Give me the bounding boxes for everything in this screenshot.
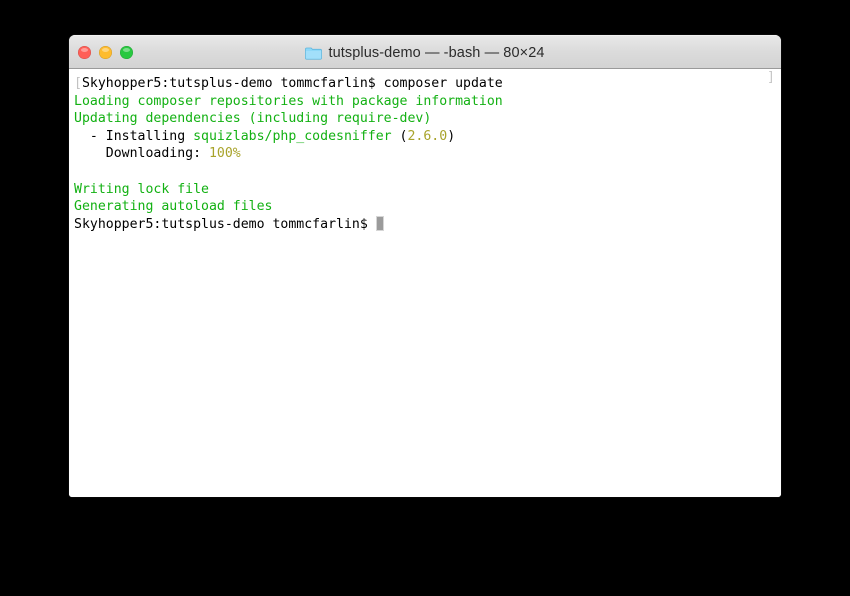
line-prompt-command-segment-0: Skyhopper5:tutsplus-demo tommcfarlin$ co… <box>81 76 503 91</box>
line-installing-package-segment-3: 2.6.0 <box>407 128 448 144</box>
window-title-group: tutsplus-demo — -bash — 80×24 <box>69 36 781 69</box>
minimize-button[interactable] <box>99 46 112 59</box>
line-downloading: Downloading: 100% <box>74 145 781 163</box>
line-updating-deps: Updating dependencies (including require… <box>74 110 781 128</box>
folder-icon <box>305 46 323 60</box>
terminal-screen[interactable]: [Skyhopper5:tutsplus-demo tommcfarlin$ c… <box>69 75 781 233</box>
line-downloading-segment-1: 100% <box>208 146 241 162</box>
line-installing-package-segment-2: ( <box>391 128 408 144</box>
line-generating-autoload-segment-0: Generating autoload files <box>74 199 273 215</box>
desktop-background: tutsplus-demo — -bash — 80×24 [Skyhopper… <box>0 0 850 596</box>
line-loading-repos: Loading composer repositories with packa… <box>74 93 781 111</box>
window-titlebar[interactable]: tutsplus-demo — -bash — 80×24 <box>69 35 781 69</box>
terminal-cursor <box>375 215 384 231</box>
bracketed-paste-marker-left: [ <box>74 76 82 91</box>
line-blank-1 <box>74 163 781 181</box>
terminal-body[interactable]: [Skyhopper5:tutsplus-demo tommcfarlin$ c… <box>69 69 781 497</box>
line-generating-autoload: Generating autoload files <box>74 198 781 216</box>
window-controls <box>78 36 133 69</box>
close-button[interactable] <box>78 46 91 59</box>
bracketed-paste-marker-right: ] <box>767 70 775 85</box>
line-final-prompt: Skyhopper5:tutsplus-demo tommcfarlin$ <box>74 215 781 234</box>
line-installing-package-segment-1: squizlabs/php_codesniffer <box>193 128 392 144</box>
line-installing-package-segment-4: ) <box>447 128 456 144</box>
line-blank-1-segment-0 <box>74 164 82 179</box>
line-writing-lock: Writing lock file <box>74 181 781 199</box>
line-final-prompt-segment-0: Skyhopper5:tutsplus-demo tommcfarlin$ <box>74 216 376 232</box>
line-installing-package-segment-0: - Installing <box>74 128 194 144</box>
line-prompt-command: [Skyhopper5:tutsplus-demo tommcfarlin$ c… <box>74 75 781 93</box>
terminal-window[interactable]: tutsplus-demo — -bash — 80×24 [Skyhopper… <box>69 35 781 497</box>
line-installing-package: - Installing squizlabs/php_codesniffer (… <box>74 128 781 146</box>
maximize-button[interactable] <box>120 46 133 59</box>
line-downloading-segment-0: Downloading: <box>74 146 209 162</box>
line-writing-lock-segment-0: Writing lock file <box>74 181 209 197</box>
line-updating-deps-segment-0: Updating dependencies (including require… <box>74 111 432 127</box>
line-loading-repos-segment-0: Loading composer repositories with packa… <box>74 93 503 109</box>
window-title-text: tutsplus-demo — -bash — 80×24 <box>328 44 545 61</box>
